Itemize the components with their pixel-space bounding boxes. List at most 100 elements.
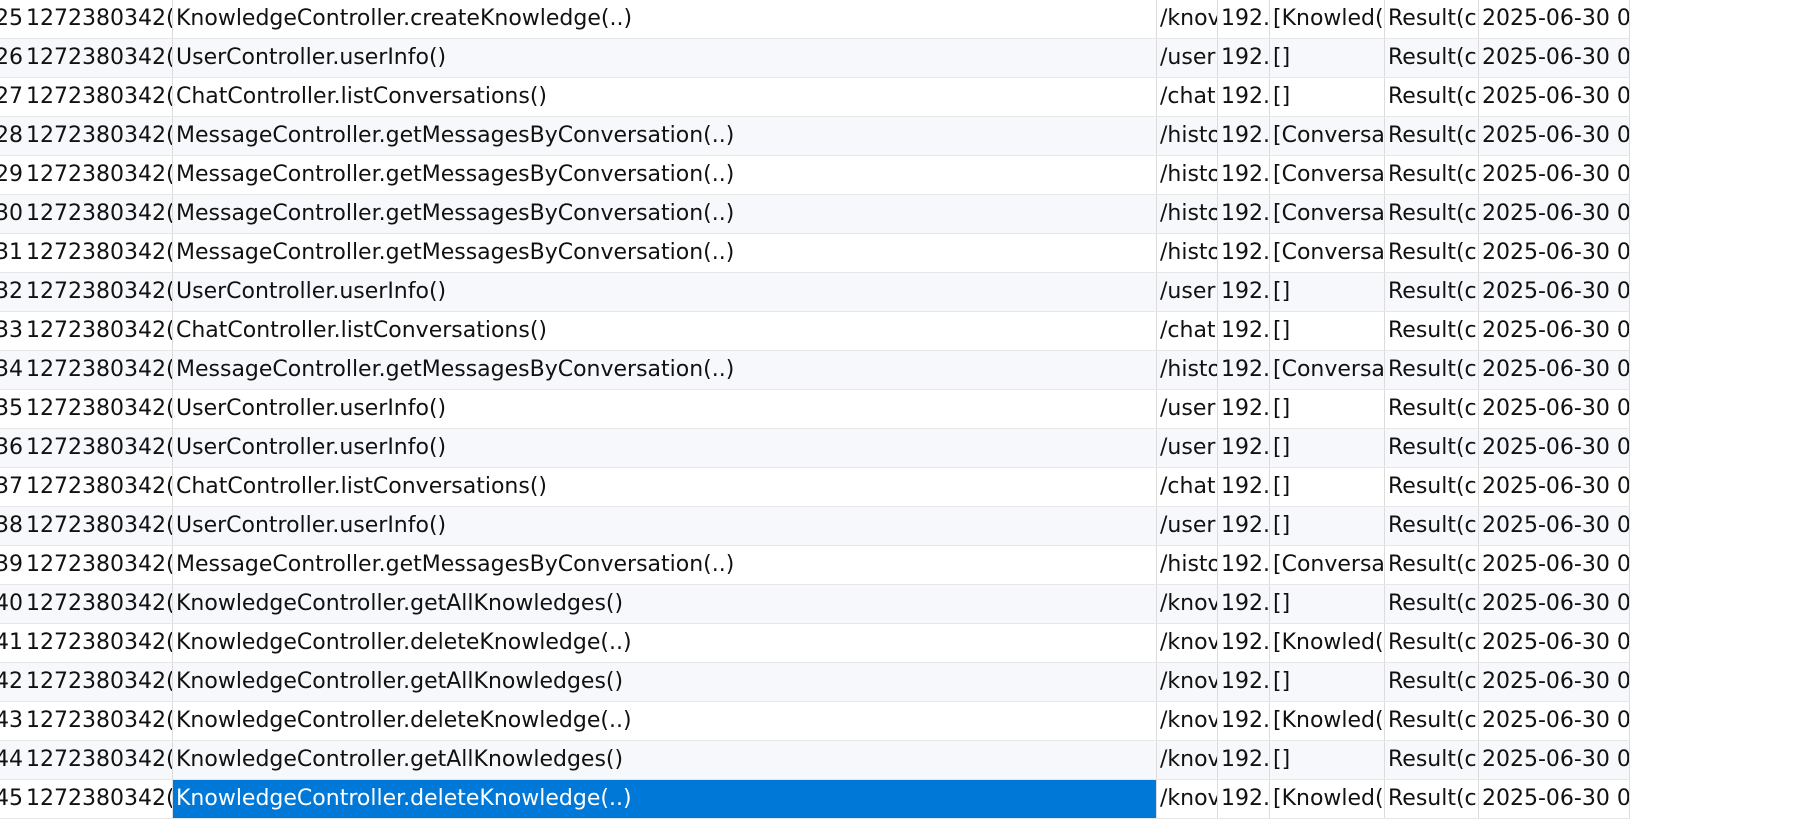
timestamp-cell[interactable]: 2025-06-30 0 [1479,507,1630,545]
table-row[interactable]: 41 1272380342(KnowledgeController.deleteK… [0,624,1630,663]
client-ip-cell[interactable]: 192. [1218,585,1270,623]
timestamp-cell[interactable]: 2025-06-30 0 [1479,468,1630,506]
request-url-cell[interactable]: /histo [1157,351,1218,389]
client-ip-cell[interactable]: 192. [1218,741,1270,779]
method-signature-cell[interactable]: MessageController.getMessagesByConversat… [173,234,1157,272]
timestamp-cell[interactable]: 2025-06-30 0 [1479,312,1630,350]
trace-id-cell[interactable]: 1272380342( [22,78,173,116]
request-url-cell[interactable]: /chat [1157,78,1218,116]
arguments-cell[interactable]: [] [1270,741,1385,779]
request-url-cell[interactable]: /knov [1157,585,1218,623]
row-number-cell[interactable]: 29 [0,156,22,194]
client-ip-cell[interactable]: 192. [1218,546,1270,584]
arguments-cell[interactable]: [Knowled( [1270,780,1385,818]
method-signature-cell[interactable]: KnowledgeController.deleteKnowledge(..) [173,780,1157,818]
result-cell[interactable]: Result(c [1385,702,1479,740]
row-number-cell[interactable]: 31 [0,234,22,272]
client-ip-cell[interactable]: 192. [1218,273,1270,311]
request-url-cell[interactable]: /user [1157,507,1218,545]
timestamp-cell[interactable]: 2025-06-30 0 [1479,78,1630,116]
method-signature-cell[interactable]: MessageController.getMessagesByConversat… [173,546,1157,584]
result-cell[interactable]: Result(c [1385,351,1479,389]
result-cell[interactable]: Result(c [1385,741,1479,779]
result-cell[interactable]: Result(c [1385,273,1479,311]
request-url-cell[interactable]: /histo [1157,156,1218,194]
client-ip-cell[interactable]: 192. [1218,624,1270,662]
arguments-cell[interactable]: [] [1270,312,1385,350]
row-number-cell[interactable]: 33 [0,312,22,350]
trace-id-cell[interactable]: 1272380342( [22,390,173,428]
result-cell[interactable]: Result(c [1385,546,1479,584]
table-row[interactable]: 32 1272380342(UserController.userInfo()/u… [0,273,1630,312]
method-signature-cell[interactable]: UserController.userInfo() [173,429,1157,467]
table-row[interactable]: 34 1272380342(MessageController.getMessag… [0,351,1630,390]
trace-id-cell[interactable]: 1272380342( [22,468,173,506]
arguments-cell[interactable]: [Conversa [1270,234,1385,272]
request-url-cell[interactable]: /histo [1157,117,1218,155]
table-row[interactable]: 28 1272380342(MessageController.getMessag… [0,117,1630,156]
method-signature-cell[interactable]: KnowledgeController.getAllKnowledges() [173,663,1157,701]
row-number-cell[interactable]: 44 [0,741,22,779]
request-url-cell[interactable]: /user [1157,273,1218,311]
row-number-cell[interactable]: 41 [0,624,22,662]
client-ip-cell[interactable]: 192. [1218,663,1270,701]
trace-id-cell[interactable]: 1272380342( [22,546,173,584]
result-cell[interactable]: Result(c [1385,624,1479,662]
arguments-cell[interactable]: [] [1270,78,1385,116]
arguments-cell[interactable]: [Conversa [1270,156,1385,194]
method-signature-cell[interactable]: MessageController.getMessagesByConversat… [173,156,1157,194]
table-row[interactable]: 33 1272380342(ChatController.listConversa… [0,312,1630,351]
row-number-cell[interactable]: 45 [0,780,22,818]
arguments-cell[interactable]: [Conversa [1270,117,1385,155]
timestamp-cell[interactable]: 2025-06-30 0 [1479,585,1630,623]
client-ip-cell[interactable]: 192. [1218,39,1270,77]
method-signature-cell[interactable]: UserController.userInfo() [173,273,1157,311]
table-row[interactable]: 25 1272380342(KnowledgeController.createK… [0,0,1630,39]
method-signature-cell[interactable]: KnowledgeController.getAllKnowledges() [173,585,1157,623]
client-ip-cell[interactable]: 192. [1218,429,1270,467]
arguments-cell[interactable]: [] [1270,585,1385,623]
client-ip-cell[interactable]: 192. [1218,195,1270,233]
method-signature-cell[interactable]: KnowledgeController.deleteKnowledge(..) [173,624,1157,662]
table-row[interactable]: 44 1272380342(KnowledgeController.getAllK… [0,741,1630,780]
result-cell[interactable]: Result(c [1385,39,1479,77]
client-ip-cell[interactable]: 192. [1218,78,1270,116]
trace-id-cell[interactable]: 1272380342( [22,429,173,467]
timestamp-cell[interactable]: 2025-06-30 0 [1479,273,1630,311]
method-signature-cell[interactable]: UserController.userInfo() [173,39,1157,77]
timestamp-cell[interactable]: 2025-06-30 0 [1479,39,1630,77]
client-ip-cell[interactable]: 192. [1218,702,1270,740]
arguments-cell[interactable]: [Conversa [1270,351,1385,389]
result-cell[interactable]: Result(c [1385,78,1479,116]
client-ip-cell[interactable]: 192. [1218,351,1270,389]
client-ip-cell[interactable]: 192. [1218,468,1270,506]
request-url-cell[interactable]: /knov [1157,780,1218,818]
arguments-cell[interactable]: [Knowled( [1270,0,1385,38]
timestamp-cell[interactable]: 2025-06-30 0 [1479,156,1630,194]
arguments-cell[interactable]: [] [1270,39,1385,77]
result-cell[interactable]: Result(c [1385,195,1479,233]
timestamp-cell[interactable]: 2025-06-30 0 [1479,663,1630,701]
timestamp-cell[interactable]: 2025-06-30 0 [1479,702,1630,740]
client-ip-cell[interactable]: 192. [1218,390,1270,428]
trace-id-cell[interactable]: 1272380342( [22,507,173,545]
arguments-cell[interactable]: [] [1270,429,1385,467]
result-cell[interactable]: Result(c [1385,117,1479,155]
row-number-cell[interactable]: 28 [0,117,22,155]
table-row[interactable]: 26 1272380342(UserController.userInfo()/u… [0,39,1630,78]
row-number-cell[interactable]: 30 [0,195,22,233]
client-ip-cell[interactable]: 192. [1218,312,1270,350]
row-number-cell[interactable]: 40 [0,585,22,623]
arguments-cell[interactable]: [] [1270,468,1385,506]
client-ip-cell[interactable]: 192. [1218,0,1270,38]
table-row[interactable]: 31 1272380342(MessageController.getMessag… [0,234,1630,273]
trace-id-cell[interactable]: 1272380342( [22,741,173,779]
request-url-cell[interactable]: /knov [1157,663,1218,701]
table-row[interactable]: 30 1272380342(MessageController.getMessag… [0,195,1630,234]
table-row[interactable]: 43 1272380342(KnowledgeController.deleteK… [0,702,1630,741]
method-signature-cell[interactable]: ChatController.listConversations() [173,312,1157,350]
request-url-cell[interactable]: /knov [1157,624,1218,662]
table-row[interactable]: 27 1272380342(ChatController.listConversa… [0,78,1630,117]
result-cell[interactable]: Result(c [1385,156,1479,194]
method-signature-cell[interactable]: MessageController.getMessagesByConversat… [173,195,1157,233]
